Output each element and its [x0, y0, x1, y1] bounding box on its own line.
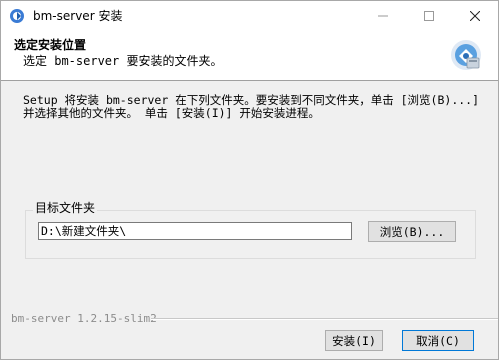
close-icon	[470, 10, 480, 21]
page-title: 选定安装位置	[14, 38, 87, 52]
cancel-button[interactable]: 取消(C)	[402, 330, 474, 351]
minimize-icon	[378, 15, 388, 16]
page-header: 选定安装位置 选定 bm-server 要安装的文件夹。	[1, 30, 498, 81]
page-subtitle: 选定 bm-server 要安装的文件夹。	[23, 54, 223, 68]
window-title: bm-server 安装	[33, 9, 123, 23]
installer-logo-icon	[451, 40, 481, 70]
browse-button[interactable]: 浏览(B)...	[368, 221, 456, 242]
footer-divider	[151, 318, 498, 320]
maximize-icon	[424, 10, 434, 21]
app-icon	[10, 9, 24, 23]
installer-window: bm-server 安装 选定安装位置 选定 bm-server 要安装的文件夹…	[0, 0, 499, 360]
intro-line-2: 并选择其他的文件夹。 单击 [安装(I)] 开始安装进程。	[23, 106, 320, 120]
content-area: Setup 将安装 bm-server 在下列文件夹。要安装到不同文件夹，单击 …	[1, 81, 498, 361]
install-button[interactable]: 安装(I)	[325, 330, 383, 351]
destination-folder-label: 目标文件夹	[33, 199, 98, 216]
destination-path-input[interactable]	[38, 222, 352, 240]
close-button[interactable]	[452, 1, 498, 30]
intro-text: Setup 将安装 bm-server 在下列文件夹。要安装到不同文件夹，单击 …	[23, 94, 483, 120]
title-bar[interactable]: bm-server 安装	[1, 1, 498, 30]
minimize-button[interactable]	[360, 1, 406, 30]
version-label: bm-server 1.2.15-slim2	[11, 312, 157, 325]
maximize-button[interactable]	[406, 1, 452, 30]
